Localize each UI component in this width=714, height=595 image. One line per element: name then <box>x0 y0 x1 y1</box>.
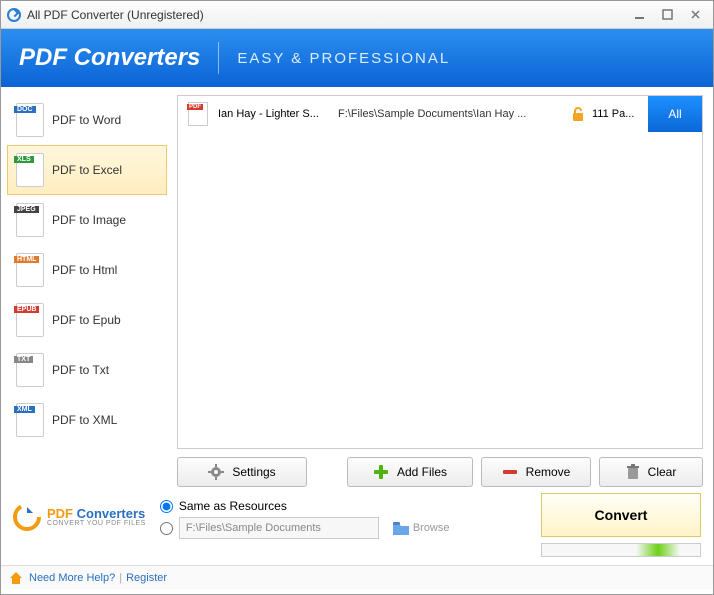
xls-icon: XLS <box>16 153 44 187</box>
file-pages: 111 Pa... <box>592 108 648 120</box>
sidebar-item-label: PDF to Word <box>52 113 121 127</box>
unlock-icon <box>570 106 586 122</box>
html-icon: HTML <box>16 253 44 287</box>
sidebar-item-jpeg[interactable]: JPEG PDF to Image <box>7 195 167 245</box>
brand-name: PDF Converters <box>47 507 146 520</box>
app-tagline: EASY & PROFESSIONAL <box>237 50 450 67</box>
sidebar-item-label: PDF to Html <box>52 263 117 277</box>
remove-button[interactable]: Remove <box>481 457 591 487</box>
sidebar-item-xls[interactable]: XLS PDF to Excel <box>7 145 167 195</box>
progress-bar <box>541 543 701 557</box>
sidebar-item-xml[interactable]: XML PDF to XML <box>7 395 167 445</box>
same-as-resources-label: Same as Resources <box>179 499 287 513</box>
browse-button[interactable]: Browse <box>393 522 450 535</box>
browse-label: Browse <box>413 522 450 534</box>
separator: | <box>119 572 122 584</box>
help-link[interactable]: Need More Help? <box>29 572 115 584</box>
sidebar-item-txt[interactable]: TXT PDF to Txt <box>7 345 167 395</box>
sidebar-item-epub[interactable]: EPUB PDF to Epub <box>7 295 167 345</box>
jpeg-icon: JPEG <box>16 203 44 237</box>
register-link[interactable]: Register <box>126 572 167 584</box>
file-row[interactable]: PDF Ian Hay - Lighter S... F:\Files\Samp… <box>178 96 702 132</box>
brand-logo: PDF Converters CONVERT YOU PDF FILES <box>13 503 146 531</box>
sidebar: DOC PDF to Word XLS PDF to Excel JPEG PDF to … <box>7 95 167 487</box>
gear-icon <box>208 464 224 480</box>
window-title: All PDF Converter (Unregistered) <box>27 8 204 22</box>
file-path: F:\Files\Sample Documents\Ian Hay ... <box>338 108 564 120</box>
settings-button[interactable]: Settings <box>177 457 307 487</box>
convert-label: Convert <box>595 507 648 523</box>
toolbar: Settings Add Files Remove Clear <box>177 457 703 487</box>
add-files-button[interactable]: Add Files <box>347 457 473 487</box>
xml-icon: XML <box>16 403 44 437</box>
brand-icon <box>13 503 41 531</box>
same-as-resources-radio[interactable] <box>160 500 173 513</box>
sidebar-item-label: PDF to XML <box>52 413 117 427</box>
clear-button[interactable]: Clear <box>599 457 703 487</box>
maximize-button[interactable] <box>655 6 679 24</box>
plus-icon <box>373 464 389 480</box>
close-button[interactable] <box>683 6 707 24</box>
app-icon <box>7 8 21 22</box>
sidebar-item-label: PDF to Image <box>52 213 126 227</box>
page-range-button[interactable]: All <box>648 96 702 132</box>
sidebar-item-label: PDF to Excel <box>52 163 122 177</box>
folder-icon <box>393 522 409 535</box>
sidebar-item-html[interactable]: HTML PDF to Html <box>7 245 167 295</box>
sidebar-item-doc[interactable]: DOC PDF to Word <box>7 95 167 145</box>
brand-subtitle: CONVERT YOU PDF FILES <box>47 520 146 527</box>
file-name: Ian Hay - Lighter S... <box>218 108 338 120</box>
doc-icon: DOC <box>16 103 44 137</box>
file-list: PDF Ian Hay - Lighter S... F:\Files\Samp… <box>177 95 703 449</box>
minus-icon <box>502 464 518 480</box>
trash-icon <box>626 464 640 480</box>
remove-label: Remove <box>526 465 571 479</box>
status-bar: Need More Help? | Register <box>1 565 713 589</box>
clear-label: Clear <box>648 465 677 479</box>
add-files-label: Add Files <box>397 465 447 479</box>
output-options: Same as Resources Browse <box>160 495 450 539</box>
title-bar: All PDF Converter (Unregistered) <box>1 1 713 29</box>
minimize-button[interactable] <box>627 6 651 24</box>
settings-label: Settings <box>232 465 275 479</box>
output-path-field[interactable] <box>179 517 379 539</box>
banner-divider <box>218 42 219 74</box>
home-icon <box>9 571 23 585</box>
header-banner: PDF Converters EASY & PROFESSIONAL <box>1 29 713 87</box>
custom-path-radio[interactable] <box>160 522 173 535</box>
sidebar-item-label: PDF to Epub <box>52 313 121 327</box>
txt-icon: TXT <box>16 353 44 387</box>
sidebar-item-label: PDF to Txt <box>52 363 109 377</box>
convert-button[interactable]: Convert <box>541 493 701 537</box>
epub-icon: EPUB <box>16 303 44 337</box>
app-title: PDF Converters <box>19 44 200 72</box>
pdf-file-icon: PDF <box>188 102 208 126</box>
